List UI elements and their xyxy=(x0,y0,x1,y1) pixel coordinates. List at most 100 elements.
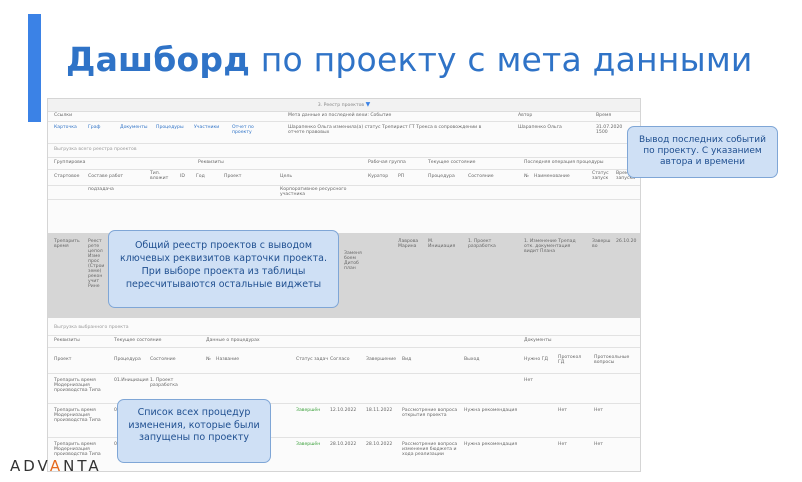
project-columns-row: Проект Процедура Состояние № Название Ст… xyxy=(48,347,640,374)
col-p-project: Проект xyxy=(54,357,72,362)
col-p-kind: Вид xyxy=(402,357,412,362)
logo-accent-letter: A xyxy=(49,457,64,475)
col-year: Год xyxy=(196,174,205,179)
col-curator: Куратор xyxy=(368,174,389,179)
col-group: Группировка xyxy=(54,160,86,165)
cell-pm: Лаврова Марина xyxy=(398,239,419,249)
col-p-num: № xyxy=(206,357,211,362)
callout-procedures: Список всех процедур изменения, которые … xyxy=(117,399,271,463)
col-pm: РП xyxy=(398,174,405,179)
link-procedures[interactable]: Процедуры xyxy=(156,125,184,130)
col-p-requisites: Реквизиты xyxy=(54,338,80,343)
cell-run-time: 26.10.20 xyxy=(616,239,637,244)
cell-p-kind: Рассмотрение вопроса изменения бюджета и… xyxy=(402,442,458,457)
last-event-text: Шарапенко Ольга изменила(а) статус Трепи… xyxy=(288,125,482,135)
cell-subtask: подзадача xyxy=(88,187,114,192)
col-p-need-gd: Нужно ГД xyxy=(524,357,548,362)
col-p-procedures: Данные о процедурах xyxy=(206,338,260,343)
label-meta: Мета данные из последней вехи: Событие xyxy=(288,113,392,118)
cell-scope: Реест рете цепол Изме прос (Строи земе) … xyxy=(88,239,105,289)
cell-p-procedure: 01.Инициация xyxy=(114,378,149,383)
col-workgroup: Рабочая группа xyxy=(368,160,406,165)
col-name: Наименование xyxy=(534,174,570,179)
col-scope: Составе работ xyxy=(88,174,124,179)
logo-part-2: NTA xyxy=(63,457,102,475)
col-p-status: Состояние xyxy=(150,357,176,362)
col-start: Стартовое xyxy=(54,174,80,179)
col-project: Проект xyxy=(224,174,242,179)
col-procedure: Процедура xyxy=(428,174,455,179)
col-p-task-status: Статус задач xyxy=(296,357,329,362)
cell-p-questions: Нет xyxy=(594,408,603,413)
cell-p-output: Нужна рекомендация xyxy=(464,408,518,413)
label-time: Время xyxy=(596,113,612,118)
callout-registry: Общий реестр проектов с выводом ключевых… xyxy=(108,230,339,308)
col-p-state: Текущее состояние xyxy=(114,338,162,343)
slide-title: Дашборд по проекту с мета данными xyxy=(66,40,753,79)
registry-columns-row: Стартовое Составе работ Тип. вложит ID Г… xyxy=(48,169,640,186)
link-documents[interactable]: Документы xyxy=(120,125,148,130)
section-registry: Выгрузка всего реестра проектов xyxy=(48,143,640,158)
cell-p-end: 18.11.2022 xyxy=(366,408,393,413)
link-card[interactable]: Карточка xyxy=(54,125,77,130)
accent-bar xyxy=(28,14,41,122)
col-num: № xyxy=(524,174,529,179)
cell-p-kind: Рассмотрение вопроса открытия проекта xyxy=(402,408,458,418)
col-p-protocol: Протокол ГД xyxy=(558,355,582,365)
cell-p-end: 28.10.2022 xyxy=(366,442,393,447)
col-p-name: Название xyxy=(216,357,240,362)
cell-run-status: Заверш во xyxy=(592,239,611,249)
section-project-label: Выгрузка выбранного проекта xyxy=(54,325,129,330)
last-event-author: Шарапенко Ольга xyxy=(518,125,562,130)
registry-row[interactable]: подзадача Корпоративное ресурсного участ… xyxy=(48,185,640,200)
col-p-documents: Документы xyxy=(524,338,552,343)
last-event-time: 31.07.2020 1500 xyxy=(596,125,623,135)
col-type: Тип. вложит xyxy=(150,171,169,181)
cell-p-task-status: Завершён xyxy=(296,442,321,447)
col-goal: Цель xyxy=(280,174,293,179)
dropdown-icon[interactable]: ▼ xyxy=(366,101,371,108)
label-links: Ссылки xyxy=(54,113,73,118)
cell-p-output: Нужна рекомендация xyxy=(464,442,518,447)
col-state: Текущее состояние xyxy=(428,160,476,165)
section-project: Выгрузка выбранного проекта xyxy=(48,321,640,336)
cell-last-op: 1. Изменение Трепад отк. документация ви… xyxy=(524,239,576,254)
registry-header-label: 3. Реестр проектов xyxy=(317,103,365,108)
advanta-logo: ADVANTA xyxy=(10,457,102,475)
cell-p-project: Трепарить время Модернизация производств… xyxy=(54,442,101,457)
col-id: ID xyxy=(180,174,185,179)
cell-p-agreed: 12.10.2022 xyxy=(330,408,357,413)
title-bold: Дашборд xyxy=(66,40,251,79)
col-p-agreed: Согласо xyxy=(330,357,350,362)
cell-goal-text: Заменя боем Дитоб план xyxy=(344,251,362,271)
cell-goal: Корпоративное ресурсного участника xyxy=(280,187,347,197)
cell-status: 1. Проект разработка xyxy=(468,239,496,249)
cell-p-status: 1. Проект разработка xyxy=(150,378,178,388)
link-participants[interactable]: Участники xyxy=(194,125,219,130)
cell-p-questions: Нет xyxy=(594,442,603,447)
callout-events: Вывод последних событий по проекту. С ук… xyxy=(627,126,778,178)
cell-p-protocol: Нет xyxy=(558,442,567,447)
col-last-op: Последняя операция процедуры xyxy=(524,160,604,165)
cell-project: Трепарить время xyxy=(54,239,80,249)
cell-procedure: М. Инициация xyxy=(428,239,456,249)
link-report[interactable]: Отчет по проекту xyxy=(232,125,262,135)
title-rest: по проекту с мета данными xyxy=(250,40,753,79)
col-run-status: Статус запуск xyxy=(592,171,609,181)
col-p-output: Выход xyxy=(464,357,480,362)
cell-p-project: Трепарить время Модернизация производств… xyxy=(54,378,101,393)
cell-p-protocol: Нет xyxy=(558,408,567,413)
section-registry-label: Выгрузка всего реестра проектов xyxy=(54,147,137,152)
col-p-procedure: Процедура xyxy=(114,357,141,362)
label-author: Автор xyxy=(518,113,533,118)
col-status: Состояние xyxy=(468,174,494,179)
cell-p-agreed: 28.10.2022 xyxy=(330,442,357,447)
cell-p-task-status: Завершён xyxy=(296,408,321,413)
links-row: Карточка Граф Документы Процедуры Участн… xyxy=(48,121,640,144)
cell-p-need-gd: Нет xyxy=(524,378,533,383)
logo-part-1: ADV xyxy=(10,457,50,475)
col-p-questions: Протокольные вопросы xyxy=(594,355,630,365)
col-p-end: Завершение xyxy=(366,357,397,362)
cell-p-project: Трепарить время Модернизация производств… xyxy=(54,408,101,423)
link-graph[interactable]: Граф xyxy=(88,125,100,130)
